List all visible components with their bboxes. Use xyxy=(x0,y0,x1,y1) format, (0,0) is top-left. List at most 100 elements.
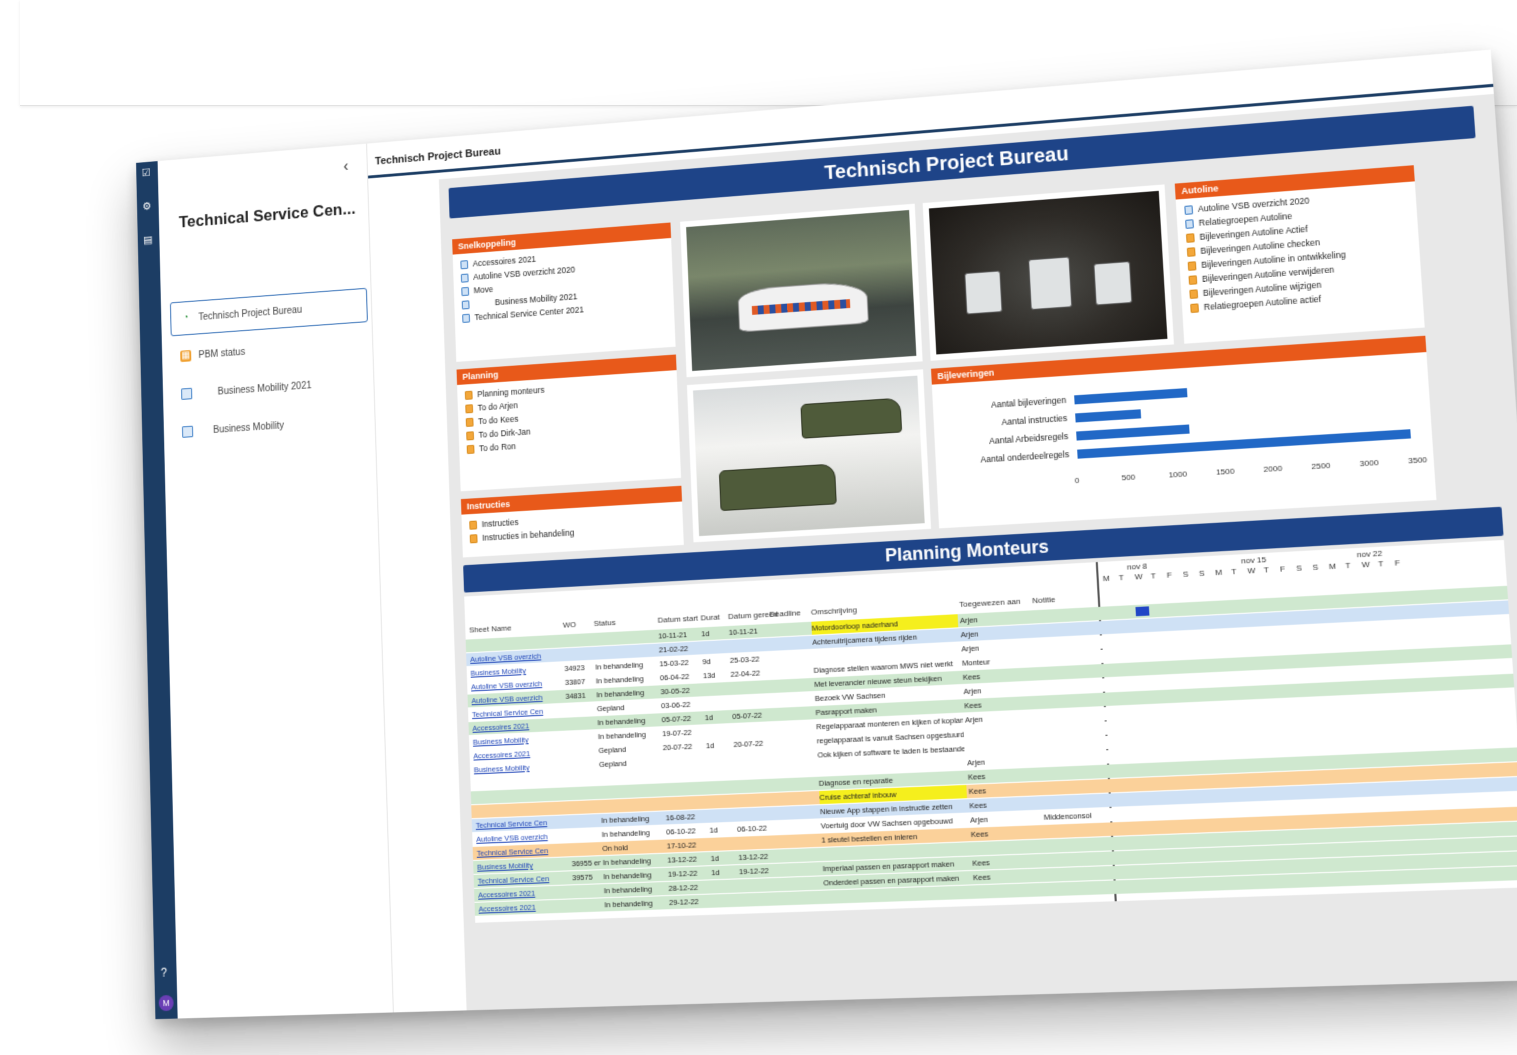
table-cell[interactable]: 20-07-22 xyxy=(733,736,773,751)
table-cell[interactable]: 19-12-22 xyxy=(668,866,710,881)
link-label: To do Ron xyxy=(478,441,517,454)
table-cell[interactable]: 19-12-22 xyxy=(739,864,779,879)
table-cell[interactable]: 10-11-21 xyxy=(728,624,768,639)
table-cell[interactable]: 34923 xyxy=(564,661,593,675)
table-cell[interactable]: 1d xyxy=(710,851,736,865)
sidebar: ‹ Technical Service Cen... ◔ Technisch P… xyxy=(157,143,394,1019)
table-cell[interactable]: 16-08-22 xyxy=(665,810,707,825)
x-tick-label: 0 xyxy=(1074,475,1080,486)
table-cell[interactable]: 34831 xyxy=(565,689,594,703)
instructies-panel: Instructies Instructies Instructies in b… xyxy=(460,485,684,558)
table-cell[interactable]: 20-07-22 xyxy=(663,739,705,754)
police-vans-image xyxy=(922,184,1174,361)
table-cell[interactable]: In behandeling xyxy=(604,896,667,911)
dashboard-canvas: Technisch Project Bureau Snelkoppeling A… xyxy=(438,93,1517,1011)
column-header[interactable]: WO xyxy=(563,620,577,630)
category-label: Aantal Arbeidsregels xyxy=(988,431,1069,446)
gantt-day-label: F xyxy=(1166,570,1173,580)
sidebar-item-label: PBM status xyxy=(198,346,246,361)
sidebar-list: ◔ Technisch Project Bureau ▦ PBM status … xyxy=(169,287,372,454)
table-cell[interactable]: 36955 en xyxy=(571,856,602,870)
table-cell[interactable]: 33807 xyxy=(565,675,594,689)
avatar[interactable]: M xyxy=(158,994,174,1012)
gantt-day-label: T xyxy=(1263,565,1270,575)
column-header[interactable]: Status xyxy=(594,618,616,628)
table-cell[interactable]: Kees xyxy=(971,825,1043,841)
table-cell[interactable]: 1d xyxy=(701,626,727,640)
column-header[interactable]: Datum start xyxy=(657,614,698,625)
gantt-day-label: F xyxy=(1394,558,1401,568)
table-cell[interactable]: 25-03-22 xyxy=(730,652,770,667)
workspace-title: Technical Service Cen... xyxy=(178,199,356,232)
van-shape xyxy=(1092,261,1133,306)
table-cell[interactable]: 1d xyxy=(706,738,732,752)
x-tick-label: 1500 xyxy=(1215,466,1235,477)
gantt-day-label: W xyxy=(1134,571,1143,582)
table-cell[interactable]: 22-04-22 xyxy=(730,666,770,681)
table-cell[interactable]: 17-10-22 xyxy=(667,838,709,853)
gantt-day-label: M xyxy=(1102,573,1110,584)
sheet-icon xyxy=(1188,274,1198,285)
sheet-icon xyxy=(465,403,474,413)
table-cell[interactable]: 13-12-22 xyxy=(738,849,778,864)
table-cell[interactable]: 39575 xyxy=(572,870,602,884)
document-icon xyxy=(1184,204,1194,215)
sheet-icon xyxy=(1186,246,1196,257)
table-cell[interactable]: 29-12-22 xyxy=(669,895,711,910)
column-header[interactable]: Durat xyxy=(700,613,720,623)
checkbox-icon[interactable]: ☑ xyxy=(142,167,153,179)
table-cell[interactable]: In behandeling xyxy=(601,811,664,827)
column-header[interactable]: Toegewezen aan xyxy=(959,597,1021,609)
sheet-icon[interactable]: ▤ xyxy=(143,234,154,246)
table-cell[interactable]: 1d xyxy=(709,823,735,837)
table-cell[interactable]: Kees xyxy=(969,796,1041,812)
table-cell[interactable]: 05-07-22 xyxy=(661,711,703,726)
table-cell[interactable]: 30-05-22 xyxy=(660,683,702,698)
gantt-day-label: S xyxy=(1182,569,1189,579)
snelkoppeling-panel: Snelkoppeling Accessoires 2021 Autoline … xyxy=(452,222,676,362)
column-header[interactable]: Notitie xyxy=(1032,595,1056,605)
gantt-task-bar[interactable] xyxy=(1135,606,1150,617)
pie-chart-icon: ◔ xyxy=(182,312,189,324)
column-header[interactable]: Sheet Name xyxy=(469,623,512,634)
table-cell[interactable]: In behandeling xyxy=(603,868,666,883)
table-cell[interactable]: 03-06-22 xyxy=(661,697,703,712)
sheet-icon xyxy=(1187,260,1197,271)
help-icon[interactable]: ? xyxy=(161,966,167,980)
column-header[interactable]: Omschrijving xyxy=(811,605,857,616)
table-cell[interactable]: 28-12-22 xyxy=(668,880,710,895)
table-cell[interactable]: 19-07-22 xyxy=(662,725,704,740)
table-cell[interactable]: In behandeling xyxy=(603,854,666,869)
military-vehicles-image xyxy=(686,369,932,543)
table-cell[interactable]: On hold xyxy=(602,840,665,855)
category-label: Aantal instructies xyxy=(1001,412,1068,428)
table-cell[interactable]: 10-11-21 xyxy=(658,628,700,643)
jeep-shape xyxy=(718,463,838,512)
table-cell[interactable]: 1d xyxy=(705,710,731,724)
table-cell[interactable]: 1d xyxy=(711,865,737,879)
table-cell[interactable]: 06-10-22 xyxy=(737,821,777,836)
table-cell[interactable]: Gepland xyxy=(599,755,662,771)
gear-icon[interactable]: ⚙ xyxy=(142,201,153,213)
table-cell[interactable]: 06-10-22 xyxy=(666,824,708,839)
table-cell[interactable]: Kees xyxy=(972,854,1044,870)
table-cell[interactable]: 9d xyxy=(702,654,728,668)
bar xyxy=(1074,388,1188,405)
table-cell[interactable]: Kees xyxy=(973,868,1045,884)
table-cell[interactable]: In behandeling xyxy=(601,826,664,841)
table-cell[interactable]: 15-03-22 xyxy=(659,655,701,670)
table-cell[interactable]: Gepland xyxy=(598,741,661,757)
table-cell[interactable]: 13-12-22 xyxy=(667,852,709,867)
column-header[interactable]: Deadline xyxy=(769,608,801,619)
autoline-panel: Autoline Autoline VSB overzicht 2020 Rel… xyxy=(1174,165,1425,344)
table-cell[interactable]: 21-02-22 xyxy=(659,641,701,656)
table-cell[interactable]: 13d xyxy=(703,668,729,682)
table-cell[interactable]: Arjen xyxy=(970,811,1042,827)
table-cell[interactable]: In behandeling xyxy=(604,882,667,897)
sheet-link[interactable]: Accessoires 2021 xyxy=(478,899,571,915)
table-cell[interactable]: 05-07-22 xyxy=(732,708,772,723)
jeep-shape xyxy=(800,397,902,439)
collapse-sidebar-button[interactable]: ‹ xyxy=(343,158,348,175)
table-cell[interactable]: 06-04-22 xyxy=(660,669,702,684)
table-cell[interactable]: Middenconsole geleverd door xyxy=(1043,809,1092,824)
